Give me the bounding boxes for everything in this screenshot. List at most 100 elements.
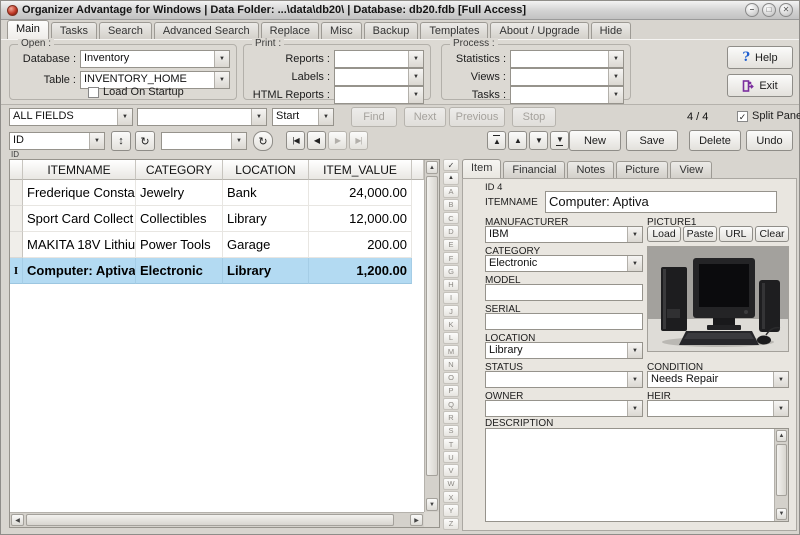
- detail-tab-picture[interactable]: Picture: [616, 161, 669, 178]
- detail-tab-item[interactable]: Item: [462, 159, 502, 178]
- refresh-filter-icon[interactable]: ↻: [253, 131, 273, 151]
- stop-button[interactable]: Stop: [512, 107, 556, 127]
- dropdown-icon[interactable]: ▼: [251, 109, 266, 125]
- views-combo[interactable]: ▼: [510, 68, 624, 86]
- statistics-combo[interactable]: ▼: [510, 50, 624, 68]
- scroll-down-icon[interactable]: ▼: [426, 498, 438, 511]
- dropdown-icon[interactable]: ▼: [608, 51, 623, 67]
- refresh-sort-icon[interactable]: ↻: [135, 131, 155, 151]
- alpha-letter-p[interactable]: P: [443, 384, 459, 398]
- alpha-letter-a[interactable]: A: [443, 185, 459, 198]
- reports-combo[interactable]: ▼: [334, 50, 424, 68]
- table-row[interactable]: Sport Card Collect Collectibles Library 12,…: [10, 206, 424, 232]
- last-record-icon[interactable]: ▶|: [349, 131, 368, 150]
- tab-main[interactable]: Main: [7, 20, 49, 39]
- alpha-letter-s[interactable]: S: [443, 424, 459, 437]
- search-term-combo[interactable]: ▼: [137, 108, 267, 126]
- dropdown-icon[interactable]: ▼: [627, 227, 642, 242]
- tab-replace[interactable]: Replace: [260, 22, 320, 39]
- load-on-startup-checkbox[interactable]: [88, 86, 99, 98]
- dropdown-icon[interactable]: ▼: [608, 69, 623, 85]
- delete-button[interactable]: Delete: [689, 130, 741, 151]
- dropdown-icon[interactable]: ▼: [773, 372, 788, 387]
- alpha-letter-e[interactable]: E: [443, 238, 459, 251]
- description-scrollbar[interactable]: ▲ ▼: [774, 429, 788, 521]
- next-button[interactable]: Next: [404, 107, 446, 127]
- dropdown-icon[interactable]: ▼: [627, 401, 642, 416]
- alpha-letter-j[interactable]: J: [443, 305, 459, 318]
- detail-previous-record-icon[interactable]: ▲: [508, 131, 527, 150]
- undo-button[interactable]: Undo: [746, 130, 793, 151]
- labels-combo[interactable]: ▼: [334, 68, 424, 86]
- new-button[interactable]: New: [569, 130, 621, 151]
- itemname-input[interactable]: Computer: Aptiva: [545, 191, 777, 213]
- paste-picture-button[interactable]: Paste: [683, 226, 717, 242]
- alpha-letter-i[interactable]: I: [443, 291, 459, 305]
- save-button[interactable]: Save: [626, 130, 678, 151]
- alpha-letter-b[interactable]: B: [443, 198, 459, 212]
- detail-first-record-icon[interactable]: ▲: [487, 131, 506, 150]
- alpha-letter-h[interactable]: H: [443, 278, 459, 291]
- location-combo[interactable]: Library ▼: [485, 342, 643, 359]
- html-reports-combo[interactable]: ▼: [334, 86, 424, 104]
- search-mode-combo[interactable]: Start ▼: [272, 108, 334, 126]
- detail-tab-view[interactable]: View: [670, 161, 713, 178]
- dropdown-icon[interactable]: ▼: [627, 343, 642, 358]
- detail-next-record-icon[interactable]: ▼: [529, 131, 548, 150]
- dropdown-icon[interactable]: ▼: [214, 51, 229, 67]
- database-combo[interactable]: Inventory ▼: [80, 50, 230, 68]
- split-panels-checkbox[interactable]: ✓: [737, 110, 748, 122]
- help-button[interactable]: ? Help: [727, 46, 793, 69]
- column-header-category[interactable]: CATEGORY: [136, 160, 223, 180]
- dropdown-icon[interactable]: ▼: [117, 109, 132, 125]
- dropdown-icon[interactable]: ▼: [627, 256, 642, 271]
- tab-search[interactable]: Search: [98, 22, 152, 39]
- heir-combo[interactable]: ▼: [647, 400, 789, 417]
- alpha-letter-n[interactable]: N: [443, 358, 459, 371]
- scroll-left-icon[interactable]: ◀: [11, 514, 24, 526]
- dropdown-icon[interactable]: ▼: [231, 133, 246, 149]
- dropdown-icon[interactable]: ▼: [408, 69, 423, 85]
- alpha-letter-c[interactable]: C: [443, 212, 459, 225]
- alpha-letter-v[interactable]: V: [443, 464, 459, 477]
- condition-combo[interactable]: Needs Repair ▼: [647, 371, 789, 388]
- scroll-right-icon[interactable]: ▶: [410, 514, 423, 526]
- detail-last-record-icon[interactable]: ▼: [550, 131, 569, 150]
- filter-combo[interactable]: ▼: [161, 132, 247, 150]
- description-scroll-thumb[interactable]: [776, 444, 787, 496]
- alpha-up-icon[interactable]: ▲: [443, 172, 459, 185]
- column-header-itemname[interactable]: ITEMNAME: [23, 160, 136, 180]
- url-picture-button[interactable]: URL: [719, 226, 753, 242]
- dropdown-icon[interactable]: ▼: [608, 87, 623, 103]
- status-combo[interactable]: ▼: [485, 371, 643, 388]
- grid-vertical-scrollbar[interactable]: ▲ ▼: [424, 160, 439, 512]
- tab-templates[interactable]: Templates: [420, 22, 489, 39]
- alpha-check-icon[interactable]: ✓: [443, 159, 459, 172]
- dropdown-icon[interactable]: ▼: [318, 109, 333, 125]
- column-header-location[interactable]: LOCATION: [223, 160, 309, 180]
- maximize-button-icon[interactable]: □: [762, 3, 776, 17]
- grid-horizontal-scrollbar[interactable]: ◀ ▶: [10, 512, 424, 527]
- alpha-letter-o[interactable]: O: [443, 371, 459, 384]
- owner-combo[interactable]: ▼: [485, 400, 643, 417]
- alpha-letter-w[interactable]: W: [443, 477, 459, 491]
- alpha-letter-t[interactable]: T: [443, 437, 459, 451]
- find-button[interactable]: Find: [351, 107, 397, 127]
- serial-input[interactable]: [485, 313, 643, 330]
- split-panels-toggle[interactable]: ✓ Split Panels: [737, 110, 800, 122]
- load-picture-button[interactable]: Load: [647, 226, 681, 242]
- table-row[interactable]: MAKITA 18V Lithiu Power Tools Garage 200.00: [10, 232, 424, 258]
- alpha-letter-q[interactable]: Q: [443, 398, 459, 411]
- detail-tab-notes[interactable]: Notes: [567, 161, 615, 178]
- scroll-up-icon[interactable]: ▲: [426, 161, 438, 174]
- tab-misc[interactable]: Misc: [321, 22, 362, 39]
- scroll-down-icon[interactable]: ▼: [776, 508, 787, 520]
- dropdown-icon[interactable]: ▼: [627, 372, 642, 387]
- tab-about-upgrade[interactable]: About / Upgrade: [490, 22, 589, 39]
- alpha-letter-l[interactable]: L: [443, 331, 459, 344]
- table-row[interactable]: Frederique Consta Jewelry Bank 24,000.00: [10, 180, 424, 206]
- tasks-combo[interactable]: ▼: [510, 86, 624, 104]
- sort-direction-icon[interactable]: ↕: [111, 131, 131, 151]
- close-button-icon[interactable]: ✕: [779, 3, 793, 17]
- exit-button[interactable]: Exit: [727, 74, 793, 97]
